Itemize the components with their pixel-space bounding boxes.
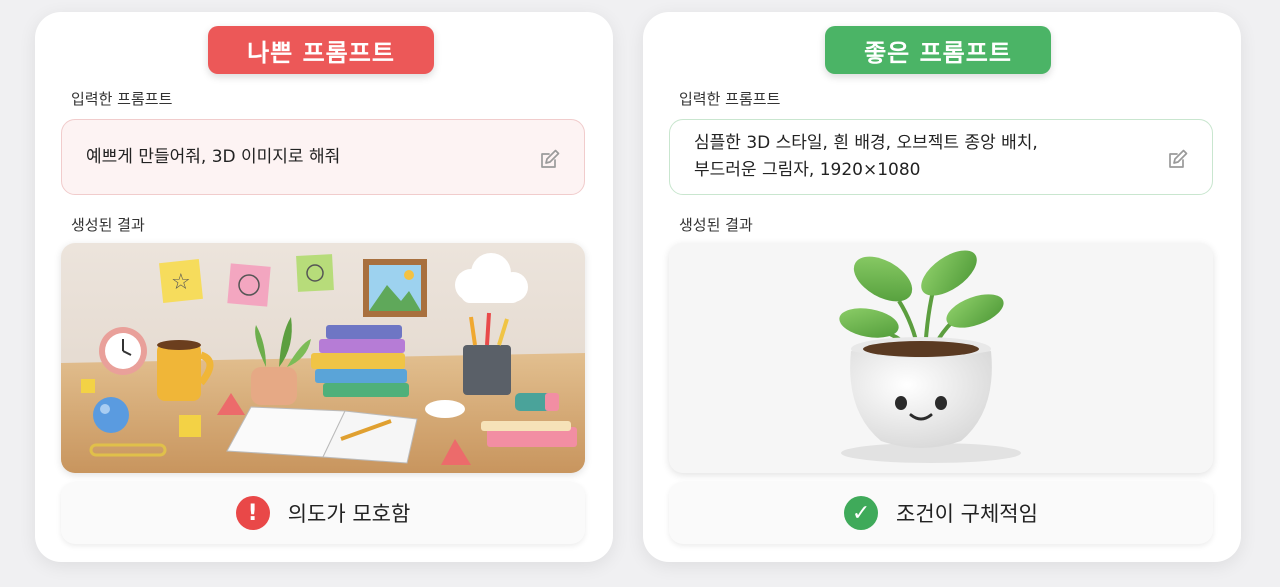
good-verdict-text: 조건이 구체적임: [896, 502, 1038, 526]
edit-icon[interactable]: [1166, 147, 1190, 171]
good-verdict: ✓ 조건이 구체적임: [669, 482, 1213, 544]
good-prompt-card: 좋은 프롬프트 입력한 프롬프트 심플한 3D 스타일, 흰 배경, 오브젝트 …: [643, 12, 1241, 562]
cluttered-desk-illustration: ☆: [61, 243, 585, 473]
svg-text:☆: ☆: [171, 270, 191, 295]
bad-result-image: ☆: [61, 243, 585, 473]
bad-prompt-card: 나쁜 프롬프트 입력한 프롬프트 예쁘게 만들어줘, 3D 이미지로 해줘 생성…: [35, 12, 613, 562]
result-label: 생성된 결과: [71, 216, 145, 234]
input-prompt-label: 입력한 프롬프트: [679, 90, 781, 108]
check-icon: ✓: [844, 496, 879, 530]
potted-plant-illustration: [669, 243, 1213, 473]
bad-verdict: ! 의도가 모호함: [61, 482, 585, 544]
edit-icon[interactable]: [538, 147, 562, 171]
bad-prompt-box[interactable]: 예쁘게 만들어줘, 3D 이미지로 해줘: [61, 119, 585, 195]
bad-prompt-text: 예쁘게 만들어줘, 3D 이미지로 해줘: [86, 146, 341, 167]
good-prompt-text: 심플한 3D 스타일, 흰 배경, 오브젝트 종앙 배치, 부드러운 그림자, …: [694, 133, 1038, 180]
good-prompt-badge: 좋은 프롬프트: [825, 26, 1051, 74]
exclamation-icon: !: [235, 496, 270, 530]
good-prompt-box[interactable]: 심플한 3D 스타일, 흰 배경, 오브젝트 종앙 배치, 부드러운 그림자, …: [669, 119, 1213, 195]
bad-prompt-badge: 나쁜 프롬프트: [208, 26, 434, 74]
result-label: 생성된 결과: [679, 216, 753, 234]
input-prompt-label: 입력한 프롬프트: [71, 90, 173, 108]
bad-verdict-text: 의도가 모호함: [287, 502, 411, 526]
good-result-image: [669, 243, 1213, 473]
